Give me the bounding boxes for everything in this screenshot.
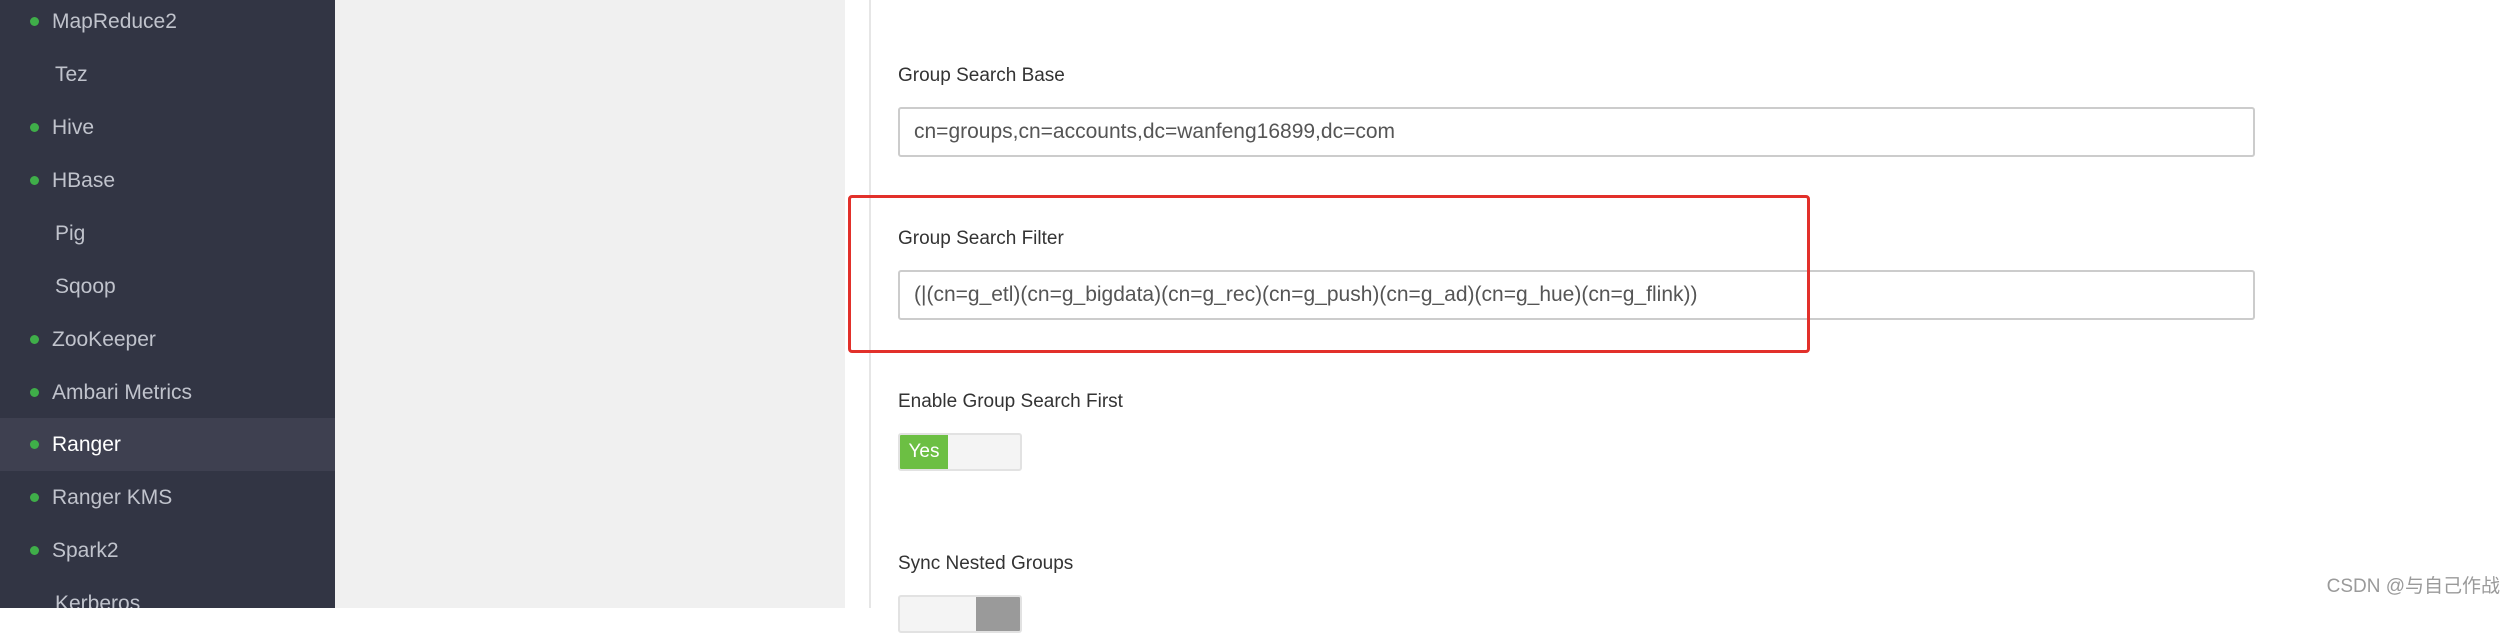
sidebar-item-label: Ambari Metrics bbox=[52, 381, 193, 404]
enable-group-search-first-toggle[interactable]: Yes bbox=[898, 433, 1022, 471]
sidebar-item-ranger-kms[interactable]: Ranger KMS bbox=[0, 471, 335, 524]
sidebar-item-hbase[interactable]: HBase bbox=[0, 154, 335, 207]
enable-group-search-first-label: Enable Group Search First bbox=[898, 391, 1123, 412]
sync-nested-groups-toggle[interactable] bbox=[898, 595, 1022, 633]
status-ok-icon bbox=[30, 493, 39, 502]
highlight-annotation-box bbox=[848, 195, 1810, 353]
toggle-yes-label: Yes bbox=[900, 435, 948, 469]
status-ok-icon bbox=[30, 388, 39, 397]
status-ok-icon bbox=[30, 335, 39, 344]
status-ok-icon bbox=[30, 123, 39, 132]
status-ok-icon bbox=[30, 17, 39, 26]
content-gutter bbox=[335, 0, 845, 608]
sidebar-item-label: Ranger bbox=[52, 433, 121, 456]
sidebar-item-label: Tez bbox=[55, 63, 88, 86]
group-search-base-input[interactable] bbox=[898, 107, 2255, 157]
watermark: CSDN @与自己作战 bbox=[2326, 576, 2500, 597]
sidebar-item-label: Pig bbox=[55, 222, 86, 245]
sidebar-item-label: HBase bbox=[52, 169, 116, 192]
services-sidebar: MapReduce2 Tez Hive HBase Pig Sqoop ZooK… bbox=[0, 0, 335, 608]
sidebar-item-label: Sqoop bbox=[55, 275, 116, 298]
sidebar-item-kerberos[interactable]: Kerberos bbox=[0, 577, 335, 608]
sidebar-item-label: Spark2 bbox=[52, 539, 119, 562]
sidebar-item-label: MapReduce2 bbox=[52, 10, 177, 33]
status-ok-icon bbox=[30, 440, 39, 449]
sidebar-item-hive[interactable]: Hive bbox=[0, 101, 335, 154]
sidebar-item-label: Hive bbox=[52, 116, 95, 139]
sidebar-item-label: Kerberos bbox=[55, 592, 141, 608]
sidebar-item-label: Ranger KMS bbox=[52, 486, 173, 509]
sidebar-item-zookeeper[interactable]: ZooKeeper bbox=[0, 313, 335, 366]
sidebar-item-tez[interactable]: Tez bbox=[0, 48, 335, 101]
sync-nested-groups-label: Sync Nested Groups bbox=[898, 553, 1074, 574]
sidebar-item-label: ZooKeeper bbox=[52, 328, 156, 351]
status-ok-icon bbox=[30, 176, 39, 185]
sidebar-item-mapreduce2[interactable]: MapReduce2 bbox=[0, 0, 335, 48]
sidebar-item-spark2[interactable]: Spark2 bbox=[0, 524, 335, 577]
toggle-knob bbox=[976, 597, 1020, 631]
sidebar-item-pig[interactable]: Pig bbox=[0, 207, 335, 260]
sidebar-item-ranger[interactable]: Ranger bbox=[0, 418, 335, 471]
status-ok-icon bbox=[30, 546, 39, 555]
sidebar-item-sqoop[interactable]: Sqoop bbox=[0, 260, 335, 313]
group-search-base-label: Group Search Base bbox=[898, 65, 1065, 86]
sidebar-item-ambari-metrics[interactable]: Ambari Metrics bbox=[0, 366, 335, 419]
